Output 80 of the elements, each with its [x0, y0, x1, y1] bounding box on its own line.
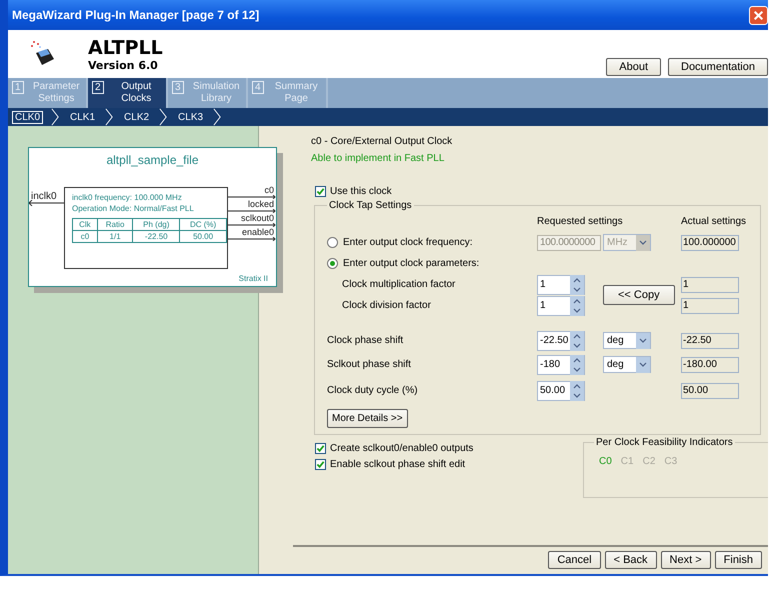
spin-arrows-icon[interactable]	[570, 274, 584, 294]
spin-arrows-icon[interactable]	[570, 296, 584, 316]
table-header: Ratio	[97, 218, 133, 230]
setting-label: Sclkout phase shift	[327, 359, 412, 370]
version-label: Version 6.0	[88, 58, 159, 72]
close-icon[interactable]	[749, 6, 768, 24]
window-title: MegaWizard Plug-In Manager [page 7 of 12]	[12, 8, 260, 22]
setting-label: Clock division factor	[341, 300, 432, 311]
setting-label: Clock duty cycle (%)	[327, 385, 419, 396]
wizard-button[interactable]: Finish	[714, 551, 762, 569]
port-label: sclkout0	[240, 214, 274, 223]
checkbox[interactable]	[315, 186, 326, 197]
actual-value: 100.000000	[681, 234, 739, 250]
header-button[interactable]: About	[606, 58, 661, 76]
spin-field[interactable]: -180	[537, 354, 585, 374]
column-header: Requested settings	[537, 216, 624, 227]
clock-heading: c0 - Core/External Output Clock	[311, 136, 454, 147]
wizard-button[interactable]: < Back	[604, 551, 657, 569]
unit-dropdown[interactable]: deg	[603, 356, 651, 373]
clock-tab[interactable]: CLK0	[12, 110, 44, 124]
spin-arrows-icon[interactable]	[570, 380, 584, 400]
mode-text: Operation Mode: Normal/Fast PLL	[72, 204, 195, 213]
actual-value: 1	[681, 298, 739, 314]
actual-value: 1	[681, 276, 739, 292]
wizard-tab[interactable]: 2 Output Clocks	[88, 78, 168, 108]
spin-field[interactable]: -22.50	[537, 330, 585, 350]
table-cell: 50.00	[180, 230, 226, 242]
table-cell: -22.50	[132, 230, 180, 242]
actual-value: 50.00	[681, 382, 739, 398]
table-header: Ph (dg)	[132, 218, 180, 230]
port-label: enable0	[242, 228, 274, 237]
status-text: Able to implement in Fast PLL	[311, 153, 446, 164]
checkbox[interactable]	[315, 443, 326, 454]
spin-arrows-icon[interactable]	[570, 354, 584, 374]
chevron-icon	[51, 108, 60, 126]
clock-tab[interactable]: CLK3	[176, 112, 206, 122]
port-label: c0	[264, 186, 274, 195]
wizard-button[interactable]: Cancel	[548, 551, 601, 569]
column-header: Actual settings	[681, 216, 748, 227]
feasibility-indicator: C1	[620, 456, 634, 467]
spin-arrows-icon[interactable]	[570, 330, 584, 350]
checkbox-label: Create sclkout0/enable0 outputs	[330, 443, 474, 454]
more-details-button[interactable]: More Details >>	[327, 409, 408, 428]
spin-field[interactable]: 1	[537, 296, 585, 316]
feasibility-indicator: C2	[642, 456, 656, 467]
port-label: inclk0	[31, 191, 57, 202]
group-title: Per Clock Feasibility Indicators	[595, 437, 734, 448]
checkbox-label: Use this clock	[330, 186, 392, 197]
checkbox-label: Enable sclkout phase shift edit	[330, 459, 466, 470]
group-title: Clock Tap Settings	[328, 200, 413, 211]
clock-tab[interactable]: CLK2	[122, 112, 152, 122]
product-title: ALTPLL	[88, 36, 163, 58]
actual-value: -180.00	[681, 356, 739, 372]
setting-label: Clock phase shift	[327, 335, 404, 346]
table-cell: c0	[72, 230, 98, 242]
unit-dropdown[interactable]: deg	[603, 332, 651, 349]
clock-tab[interactable]: CLK1	[68, 112, 98, 122]
spin-field[interactable]: 50.00	[537, 380, 585, 400]
checkbox[interactable]	[315, 459, 326, 470]
wizard-button[interactable]: Next >	[660, 551, 711, 569]
feasibility-indicator: C3	[664, 456, 678, 467]
feasibility-indicator: C0	[599, 456, 612, 467]
table-cell: 1/1	[97, 230, 133, 242]
header-button[interactable]: Documentation	[668, 58, 768, 76]
frequency-text: inclk0 frequency: 100.000 MHz	[72, 193, 183, 202]
table-header: DC (%)	[180, 218, 226, 230]
diagram-title: altpll_sample_file	[105, 153, 200, 167]
setting-label: Clock multiplication factor	[341, 279, 456, 290]
radio-label: Enter output clock parameters:	[343, 258, 480, 269]
device-label: Stratix II	[238, 274, 268, 283]
chevron-icon	[213, 108, 222, 126]
port-label: locked	[248, 200, 274, 209]
table-header: Clk	[72, 218, 98, 230]
actual-value: -22.50	[681, 332, 739, 348]
chevron-icon	[159, 108, 168, 126]
chevron-icon	[105, 108, 114, 126]
spin-field[interactable]: 1	[537, 274, 585, 294]
copy-button[interactable]: << Copy	[603, 285, 675, 305]
radio-label: Enter output clock frequency:	[343, 237, 473, 248]
radio-button[interactable]	[327, 258, 338, 269]
